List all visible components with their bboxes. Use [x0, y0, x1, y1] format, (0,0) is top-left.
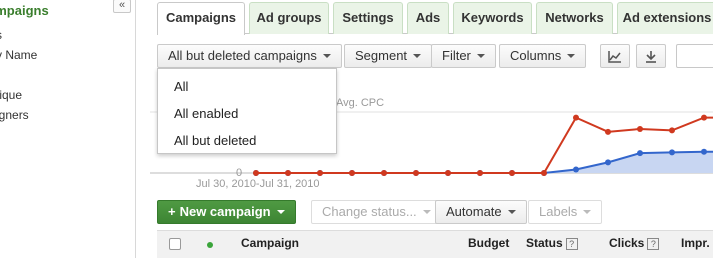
column-header-campaign[interactable]: Campaign — [241, 236, 299, 250]
campaign-filter-label: All but deleted campaigns — [168, 48, 317, 63]
campaign-filter-menu: All All enabled All but deleted — [157, 68, 337, 154]
status-header-label: Status — [526, 236, 563, 250]
chevron-down-icon — [322, 53, 331, 58]
help-icon[interactable]: ? — [647, 237, 660, 250]
data-point — [637, 125, 643, 132]
sidebar-item[interactable]: igners — [0, 108, 29, 122]
select-all-checkbox[interactable] — [169, 238, 181, 250]
chart-date-range-label: Jul 30, 2010-Jul 31, 2010 — [196, 178, 320, 190]
chevron-down-icon — [567, 53, 576, 58]
chevron-down-icon — [413, 53, 422, 58]
column-header-impressions[interactable]: Impr. — [681, 236, 710, 250]
help-icon[interactable]: ? — [565, 237, 578, 250]
plus-icon: + — [168, 204, 176, 219]
columns-label: Columns — [510, 48, 562, 63]
data-point — [637, 150, 643, 157]
data-point — [605, 159, 611, 166]
tab-ad-groups[interactable]: Ad groups — [249, 2, 329, 34]
data-point — [669, 127, 675, 134]
labels-label: Labels — [539, 204, 578, 219]
data-point — [701, 114, 707, 121]
download-icon — [646, 50, 656, 63]
chevron-down-icon — [422, 209, 431, 214]
tab-campaigns[interactable]: Campaigns — [157, 2, 245, 35]
sidebar-item[interactable]: s — [0, 28, 2, 42]
chart-toggle-button[interactable] — [600, 44, 630, 68]
data-point — [381, 170, 387, 176]
change-status-label: Change status... — [322, 204, 417, 219]
automate-button[interactable]: Automate — [435, 200, 527, 224]
data-point — [317, 170, 323, 176]
menu-item-all[interactable]: All — [174, 79, 188, 94]
clicks-header-label: Clicks — [609, 236, 645, 250]
data-point — [477, 170, 483, 176]
new-campaign-button[interactable]: + New campaign — [157, 200, 296, 224]
data-point — [413, 170, 419, 176]
data-point — [573, 166, 579, 173]
tab-ad-extensions[interactable]: Ad extensions — [617, 2, 713, 34]
sidebar-item[interactable]: tique — [0, 88, 22, 102]
sidebar-item[interactable]: y Name — [0, 48, 37, 62]
tab-settings[interactable]: Settings — [333, 2, 403, 34]
status-dot-icon[interactable] — [207, 242, 213, 248]
chevron-down-icon — [276, 209, 285, 214]
campaign-filter-dropdown[interactable]: All but deleted campaigns — [157, 44, 342, 68]
data-point — [573, 114, 579, 121]
chevron-down-icon — [507, 209, 516, 214]
tab-networks[interactable]: Networks — [536, 2, 613, 34]
data-point — [253, 170, 259, 176]
segment-label: Segment — [355, 48, 408, 63]
filter-label: Filter — [442, 48, 471, 63]
new-campaign-label: New campaign — [179, 204, 271, 219]
collapse-sidebar-button[interactable]: « — [113, 0, 131, 13]
menu-item-all-but-deleted[interactable]: All but deleted — [174, 133, 256, 148]
segment-button[interactable]: Segment — [344, 44, 433, 68]
data-point — [445, 170, 451, 176]
filter-button[interactable]: Filter — [431, 44, 496, 68]
labels-button[interactable]: Labels — [528, 200, 603, 224]
menu-item-all-enabled[interactable]: All enabled — [174, 106, 238, 121]
sidebar: ampaigns « s y Name tique igners — [0, 0, 136, 258]
data-point — [285, 170, 291, 176]
column-header-budget[interactable]: Budget — [468, 236, 509, 250]
data-point — [349, 170, 355, 176]
column-header-status[interactable]: Status? — [526, 236, 578, 250]
search-input[interactable] — [676, 44, 713, 68]
data-point — [605, 128, 611, 135]
download-button[interactable] — [636, 44, 666, 68]
chevron-down-icon — [476, 53, 485, 58]
change-status-button[interactable]: Change status... — [311, 200, 442, 224]
chevron-down-icon — [583, 209, 592, 214]
tab-ads[interactable]: Ads — [407, 2, 449, 34]
sidebar-title[interactable]: ampaigns — [0, 3, 49, 18]
automate-label: Automate — [446, 204, 502, 219]
columns-button[interactable]: Columns — [499, 44, 587, 68]
line-chart-icon — [608, 50, 621, 63]
data-point — [541, 170, 547, 176]
data-point — [509, 170, 515, 176]
data-point — [701, 148, 707, 155]
data-point — [669, 149, 675, 156]
tab-keywords[interactable]: Keywords — [453, 2, 532, 34]
column-header-clicks[interactable]: Clicks? — [609, 236, 660, 250]
